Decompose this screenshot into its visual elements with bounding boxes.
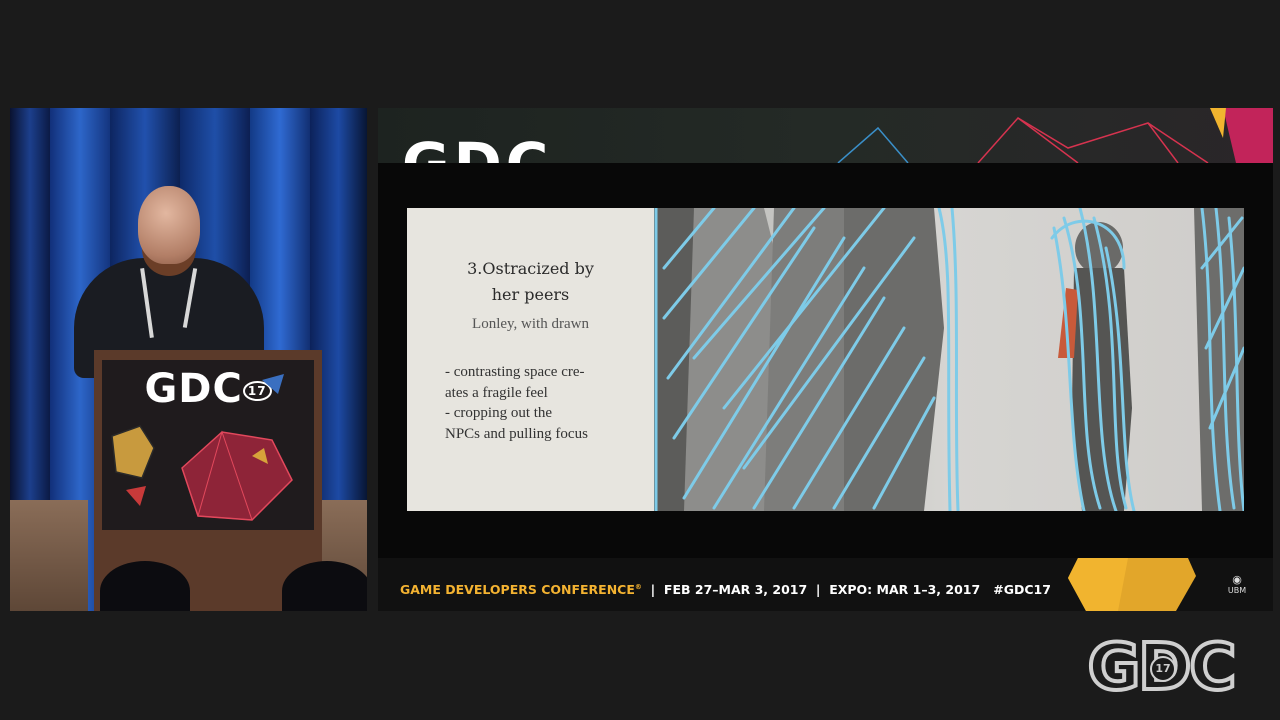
speaker-video: GDC 17: [10, 108, 367, 611]
slide-footer: GAME DEVELOPERS CONFERENCE® | FEB 27–MAR…: [378, 558, 1273, 611]
polyhedron-graphic: [111, 374, 293, 521]
ubm-label: UBM: [1227, 586, 1247, 595]
slide-bullets: - contrasting space cre- ates a fragile …: [445, 362, 645, 444]
scribbled-figures-illustration: [654, 208, 1244, 511]
presentation-slide: GDC 3.Ostracized by her peers Lonley, wi…: [378, 108, 1273, 611]
gdc-watermark-logo: GDC 17: [1076, 629, 1246, 707]
audience-head: [282, 561, 367, 611]
footer-hashtag: #GDC17: [993, 582, 1051, 597]
footer-expo: EXPO: MAR 1–3, 2017: [829, 582, 981, 597]
speaker-head: [138, 186, 200, 264]
ubm-logo: ◉ UBM: [1224, 573, 1250, 596]
footer-dates: FEB 27–MAR 3, 2017: [663, 582, 808, 597]
slide-subheading: Lonley, with drawn: [472, 316, 589, 332]
bullet-line: NPCs and pulling focus: [445, 425, 588, 442]
slide-header-banner: GDC: [378, 108, 1273, 163]
footer-conference: GAME DEVELOPERS CONFERENCE: [400, 582, 635, 597]
slide-heading-line1: 3.Ostracized by: [467, 259, 594, 278]
slide-artwork: [654, 208, 1244, 511]
ubm-icon: ◉: [1232, 573, 1242, 586]
watermark-sub: 17: [1150, 656, 1176, 682]
footer-event-info: GAME DEVELOPERS CONFERENCE® | FEB 27–MAR…: [400, 582, 1051, 597]
footer-separator: |: [650, 582, 656, 597]
slide-heading: 3.Ostracized by her peers: [407, 256, 654, 308]
bullet-line: - contrasting space cre-: [445, 364, 585, 380]
bullet-line: ates a fragile feel: [445, 384, 548, 401]
footer-trademark: ®: [634, 582, 642, 591]
slide-text-panel: 3.Ostracized by her peers Lonley, with d…: [407, 208, 654, 511]
slide-gdc-logo: GDC: [402, 130, 552, 163]
slide-heading-line2: her peers: [491, 285, 570, 304]
table: [10, 500, 88, 611]
footer-gem-graphic: [1068, 558, 1196, 611]
podium-sign: GDC 17: [102, 360, 314, 530]
footer-separator: |: [815, 582, 821, 597]
bullet-line: - cropping out the: [445, 405, 553, 421]
